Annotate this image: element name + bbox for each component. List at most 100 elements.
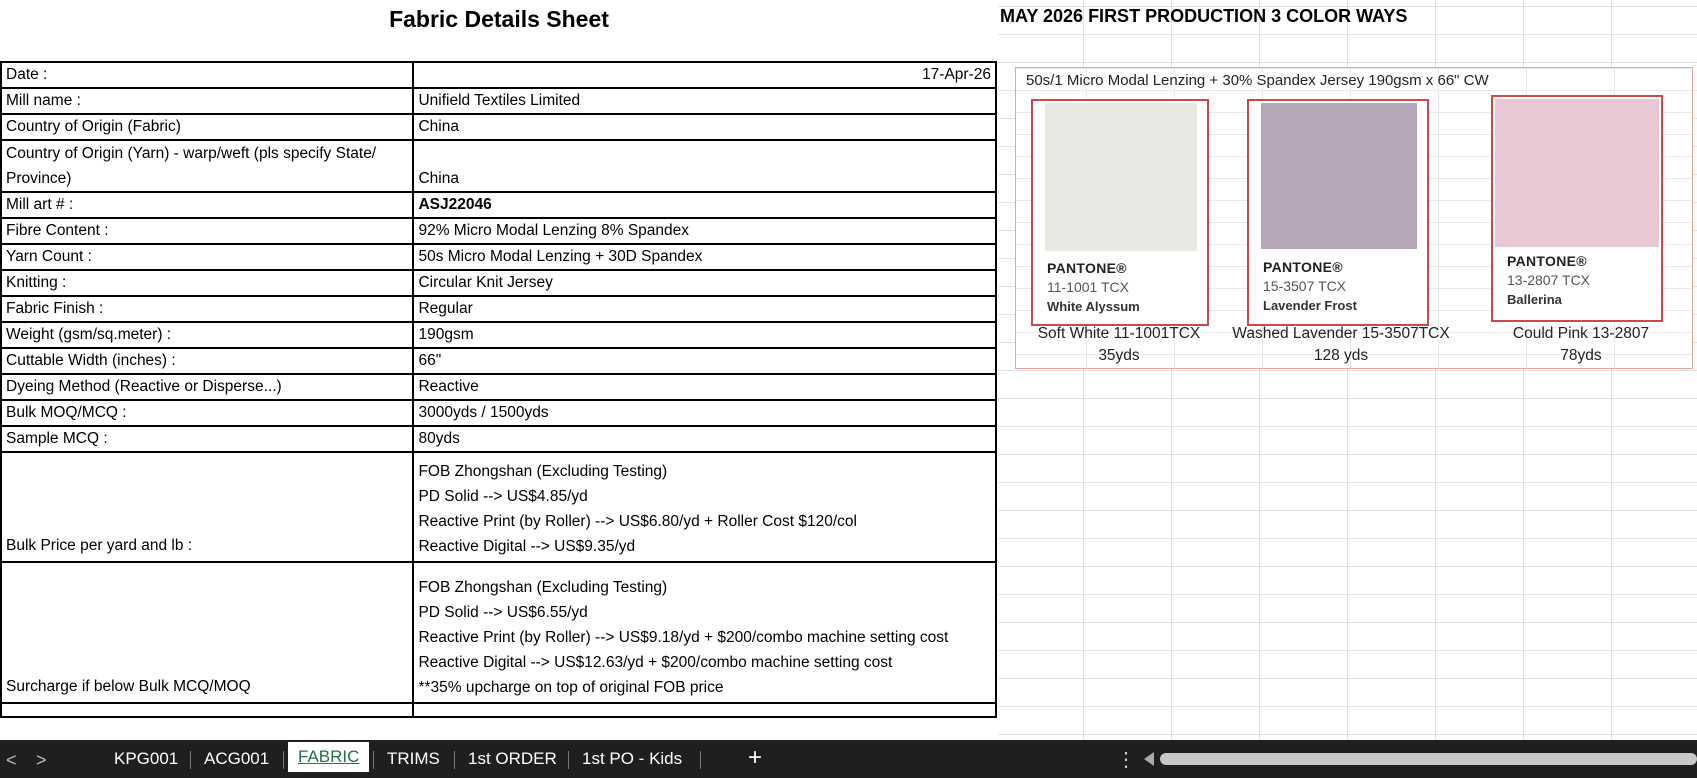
cell-label[interactable]	[0, 702, 415, 718]
table-row: Mill art # : ASJ22046	[0, 191, 997, 219]
horizontal-scrollbar[interactable]	[1160, 753, 1697, 765]
cell-label[interactable]: Mill name :	[0, 87, 415, 115]
tab-divider	[283, 751, 284, 769]
cell-label-line: Country of Origin (Yarn) - warp/weft (pl…	[6, 145, 377, 162]
scroll-left-icon[interactable]	[1144, 752, 1154, 766]
cell-label[interactable]: Cuttable Width (inches) :	[0, 347, 415, 375]
tab-divider	[373, 751, 374, 769]
cell-label[interactable]: Fibre Content :	[0, 217, 415, 245]
cell-value[interactable]: 66"	[412, 347, 997, 375]
price-line: PD Solid --> US$6.55/yd	[418, 604, 588, 621]
price-line: PD Solid --> US$4.85/yd	[418, 488, 588, 505]
color-chip	[1261, 103, 1417, 249]
cell-value[interactable]: China	[412, 113, 997, 141]
cell-label[interactable]: Country of Origin (Yarn) - warp/weft (pl…	[0, 139, 415, 193]
cell-label[interactable]: Mill art # :	[0, 191, 415, 219]
pantone-name: White Alyssum	[1047, 299, 1140, 314]
cell-value[interactable]: 92% Micro Modal Lenzing 8% Spandex	[412, 217, 997, 245]
tab-fabric[interactable]: FABRIC	[288, 742, 370, 772]
prev-sheet-icon[interactable]: <	[6, 750, 17, 771]
price-line: **35% upcharge on top of original FOB pr…	[418, 679, 724, 696]
table-row: Mill name : Unifield Textiles Limited	[0, 87, 997, 115]
cell-value[interactable]: 80yds	[412, 425, 997, 453]
table-row: Country of Origin (Fabric) China	[0, 113, 997, 141]
cell-value-surcharge[interactable]: FOB Zhongshan (Excluding Testing) PD Sol…	[412, 561, 997, 704]
next-sheet-icon[interactable]: >	[36, 750, 47, 771]
cell-label[interactable]: Bulk MOQ/MCQ :	[0, 399, 415, 427]
cell-value[interactable]: Regular	[412, 295, 997, 323]
cell-value[interactable]: Circular Knit Jersey	[412, 269, 997, 297]
table-row: Bulk MOQ/MCQ : 3000yds / 1500yds	[0, 399, 997, 427]
cell-value[interactable]: China	[412, 139, 997, 193]
more-options-icon[interactable]: ⋮	[1116, 747, 1136, 772]
add-sheet-icon[interactable]: +	[748, 744, 762, 772]
pantone-brand: PANTONE®	[1263, 259, 1343, 275]
cell-value[interactable]: 17-Apr-26	[412, 61, 997, 89]
cell-label[interactable]: Knitting :	[0, 269, 415, 297]
cell-label[interactable]: Yarn Count :	[0, 243, 415, 271]
tab-1st-po-kids[interactable]: 1st PO - Kids	[582, 749, 682, 769]
table-row: Bulk Price per yard and lb : FOB Zhongsh…	[0, 451, 997, 563]
price-line: FOB Zhongshan (Excluding Testing)	[418, 579, 668, 596]
swatch-label: Soft White 11-1001TCX	[1037, 325, 1201, 342]
sheet-title[interactable]: Fabric Details Sheet	[0, 0, 998, 40]
cell-label-line: Province)	[6, 170, 72, 187]
table-row: Yarn Count : 50s Micro Modal Lenzing + 3…	[0, 243, 997, 271]
swatch-panel-title: 50s/1 Micro Modal Lenzing + 30% Spandex …	[1026, 72, 1493, 89]
table-row: Cuttable Width (inches) : 66"	[0, 347, 997, 375]
price-line: Reactive Digital --> US$9.35/yd	[418, 538, 636, 555]
tab-divider	[568, 751, 569, 769]
tab-acg001[interactable]: ACG001	[204, 749, 269, 769]
table-row: Fabric Finish : Regular	[0, 295, 997, 323]
spreadsheet-area[interactable]: Fabric Details Sheet MAY 2026 FIRST PROD…	[0, 0, 1697, 740]
table-row: Surcharge if below Bulk MCQ/MOQ FOB Zhon…	[0, 561, 997, 704]
cell-value[interactable]: Unifield Textiles Limited	[412, 87, 997, 115]
pantone-name: Ballerina	[1507, 292, 1562, 307]
cell-label[interactable]: Sample MCQ :	[0, 425, 415, 453]
cell-value[interactable]: Reactive	[412, 373, 997, 401]
cell-value[interactable]: 50s Micro Modal Lenzing + 30D Spandex	[412, 243, 997, 271]
tab-kpg001[interactable]: KPG001	[114, 749, 178, 769]
cell-value[interactable]: ASJ22046	[412, 191, 997, 219]
production-title[interactable]: MAY 2026 FIRST PRODUCTION 3 COLOR WAYS	[1000, 6, 1407, 27]
sheet-tab-bar: < > KPG001 ACG001 FABRIC TRIMS 1st ORDER…	[0, 740, 1697, 778]
swatch-quantity: 35yds	[1098, 347, 1140, 364]
color-chip	[1495, 99, 1659, 247]
cell-label[interactable]: Country of Origin (Fabric)	[0, 113, 415, 141]
cell-value-bulk-price[interactable]: FOB Zhongshan (Excluding Testing) PD Sol…	[412, 451, 997, 563]
table-row	[0, 702, 997, 718]
pantone-brand: PANTONE®	[1507, 253, 1587, 269]
tab-divider	[700, 751, 701, 769]
price-line: Reactive Digital --> US$12.63/yd + $200/…	[418, 654, 893, 671]
pantone-code: 15-3507 TCX	[1263, 278, 1347, 294]
tab-divider	[454, 751, 455, 769]
price-line: Reactive Print (by Roller) --> US$9.18/y…	[418, 629, 949, 646]
cell-value[interactable]: 3000yds / 1500yds	[412, 399, 997, 427]
cell-value[interactable]	[412, 702, 997, 718]
swatch-label: Washed Lavender 15-3507TCX	[1232, 325, 1450, 342]
table-row: Dyeing Method (Reactive or Disperse...) …	[0, 373, 997, 401]
table-row: Country of Origin (Yarn) - warp/weft (pl…	[0, 139, 997, 193]
cell-label[interactable]: Dyeing Method (Reactive or Disperse...)	[0, 373, 415, 401]
table-row: Date : 17-Apr-26	[0, 61, 997, 89]
cell-label[interactable]: Date :	[0, 61, 415, 89]
table-row: Sample MCQ : 80yds	[0, 425, 997, 453]
tab-1st-order[interactable]: 1st ORDER	[468, 749, 557, 769]
fabric-details-table: Date : 17-Apr-26 Mill name : Unifield Te…	[0, 61, 997, 718]
cell-label[interactable]: Surcharge if below Bulk MCQ/MOQ	[0, 561, 415, 704]
pantone-code: 11-1001 TCX	[1047, 279, 1129, 295]
pantone-brand: PANTONE®	[1047, 260, 1127, 276]
swatch-quantity: 128 yds	[1313, 347, 1369, 364]
colorway-swatch-image[interactable]: 50s/1 Micro Modal Lenzing + 30% Spandex …	[1015, 67, 1693, 369]
cell-value[interactable]: 190gsm	[412, 321, 997, 349]
price-line: Reactive Print (by Roller) --> US$6.80/y…	[418, 513, 857, 530]
table-row: Weight (gsm/sq.meter) : 190gsm	[0, 321, 997, 349]
tab-trims[interactable]: TRIMS	[387, 749, 440, 769]
tab-divider	[190, 751, 191, 769]
pantone-code: 13-2807 TCX	[1507, 272, 1591, 288]
cell-label[interactable]: Weight (gsm/sq.meter) :	[0, 321, 415, 349]
swatch-quantity: 78yds	[1560, 347, 1602, 364]
pantone-card-soft-white: PANTONE® 11-1001 TCX White Alyssum	[1031, 99, 1209, 326]
cell-label[interactable]: Fabric Finish :	[0, 295, 415, 323]
cell-label[interactable]: Bulk Price per yard and lb :	[0, 451, 415, 563]
